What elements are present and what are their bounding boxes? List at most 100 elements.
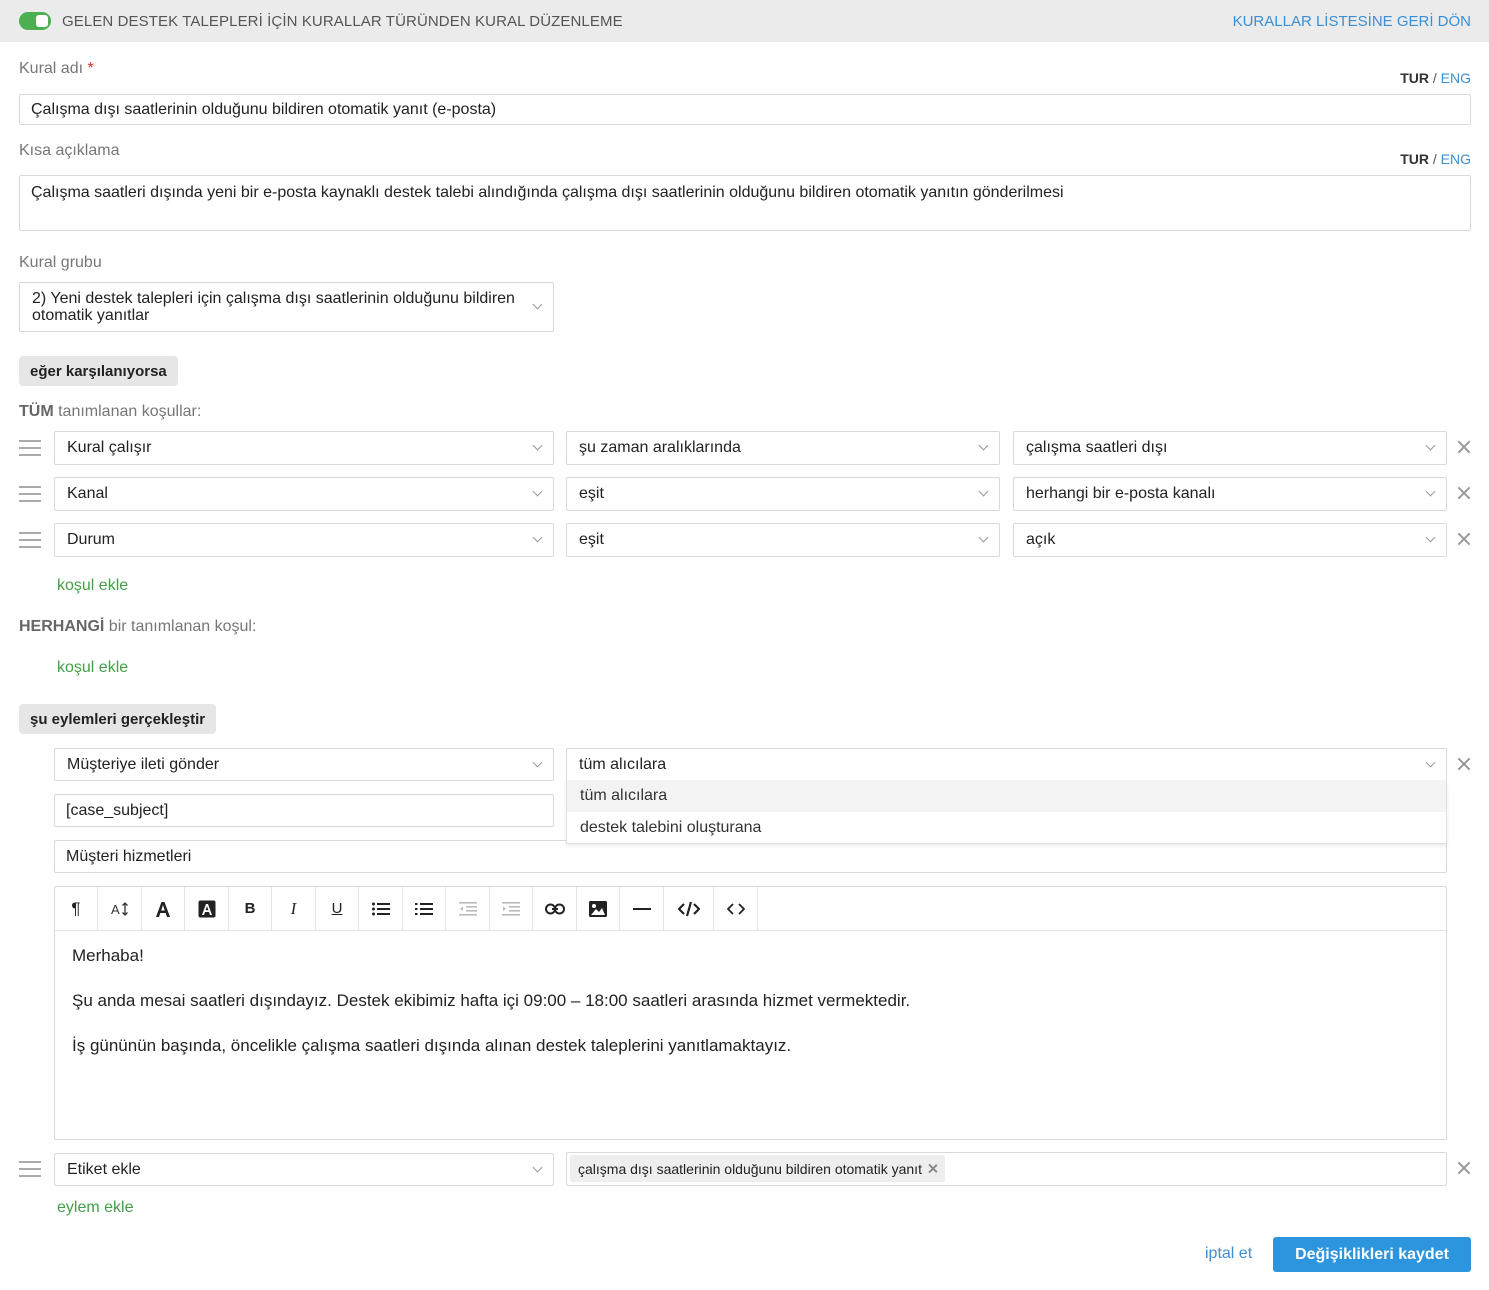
lang-separator: / <box>1432 151 1437 167</box>
condition-value-value: açık <box>1026 531 1056 548</box>
rule-active-toggle[interactable] <box>19 12 51 30</box>
drag-handle-icon[interactable] <box>19 1160 41 1178</box>
message-editor: ¶ A B I U Merhaba! Şu anda mesai saatler… <box>54 886 1447 1140</box>
highlight-icon[interactable] <box>185 887 229 930</box>
chevron-down-icon <box>532 299 543 310</box>
remove-action-icon[interactable] <box>1456 1160 1472 1176</box>
tag-action-select[interactable]: Etiket ekle <box>54 1153 554 1186</box>
chevron-down-icon <box>532 486 543 497</box>
chevron-down-icon <box>532 757 543 767</box>
tag-chip-label: çalışma dışı saatlerinin olduğunu bildir… <box>578 1160 922 1177</box>
horizontal-rule-icon[interactable] <box>620 887 664 930</box>
image-icon[interactable] <box>577 887 620 930</box>
save-changes-button[interactable]: Değişiklikleri kaydet <box>1273 1237 1471 1272</box>
rule-name-label: Kural adı * <box>19 60 94 78</box>
condition-operator-value: eşit <box>579 485 604 502</box>
condition-operator-select[interactable]: eşit <box>566 477 1000 511</box>
chevron-down-icon <box>1425 440 1436 451</box>
numbered-list-icon[interactable] <box>403 887 446 930</box>
italic-icon[interactable]: I <box>272 887 316 930</box>
short-desc-textarea[interactable]: Çalışma saatleri dışında yeni bir e-post… <box>19 175 1471 231</box>
chevron-down-icon <box>532 1162 543 1172</box>
condition-operator-value: şu zaman aralıklarında <box>579 439 741 456</box>
any-conditions-title: HERHANGİ bir tanımlanan koşul: <box>19 618 256 636</box>
page-header: GELEN DESTEK TALEPLERİ İÇİN KURALLAR TÜR… <box>0 0 1489 42</box>
page-title: GELEN DESTEK TALEPLERİ İÇİN KURALLAR TÜR… <box>62 13 623 30</box>
action-type-value: Müşteriye ileti gönder <box>67 755 220 773</box>
bullet-list-icon[interactable] <box>359 887 403 930</box>
code-view-icon[interactable] <box>664 887 714 930</box>
remove-tag-icon[interactable] <box>928 1164 937 1173</box>
drag-handle-icon[interactable] <box>19 485 41 503</box>
remove-condition-icon[interactable] <box>1456 485 1472 501</box>
all-prefix: TÜM <box>19 403 54 420</box>
condition-field-value: Kural çalışır <box>67 439 152 456</box>
condition-field-value: Kanal <box>67 485 108 502</box>
drag-handle-icon[interactable] <box>19 531 41 549</box>
editor-content[interactable]: Merhaba! Şu anda mesai saatleri dışınday… <box>72 945 1429 1080</box>
rule-group-label: Kural grubu <box>19 254 102 271</box>
condition-field-select[interactable]: Kural çalışır <box>54 431 554 465</box>
toggle-knob <box>36 15 48 27</box>
font-size-icon[interactable]: A <box>98 887 142 930</box>
actions-section-label: şu eylemleri gerçekleştir <box>19 704 217 734</box>
lang-eng[interactable]: ENG <box>1441 70 1471 86</box>
sender-name-input[interactable]: Müşteri hizmetleri <box>54 840 1447 873</box>
remove-condition-icon[interactable] <box>1456 439 1472 455</box>
back-to-rules-link[interactable]: KURALLAR LİSTESİNE GERİ DÖN <box>1233 13 1471 30</box>
chevron-down-icon <box>978 486 989 497</box>
any-prefix: HERHANGİ <box>19 618 105 635</box>
bold-icon[interactable]: B <box>229 887 272 930</box>
conditions-section-label: eğer karşılanıyorsa <box>19 356 178 386</box>
rule-group-select[interactable]: 2) Yeni destek talepleri için çalışma dı… <box>19 282 554 332</box>
drag-handle-icon[interactable] <box>19 439 41 457</box>
add-action-link[interactable]: eylem ekle <box>57 1199 133 1217</box>
required-mark: * <box>87 60 94 77</box>
condition-operator-select[interactable]: eşit <box>566 523 1000 557</box>
lang-tur[interactable]: TUR <box>1400 151 1429 167</box>
rule-group-value: 2) Yeni destek talepleri için çalışma dı… <box>32 290 515 324</box>
short-desc-label: Kısa açıklama <box>19 142 120 159</box>
condition-value-select[interactable]: açık <box>1013 523 1447 557</box>
editor-toolbar: ¶ A B I U <box>55 887 1446 931</box>
add-condition-link[interactable]: koşul ekle <box>57 577 128 595</box>
recipients-value: tüm alıcılara <box>579 755 667 773</box>
underline-icon[interactable]: U <box>316 887 359 930</box>
remove-action-icon[interactable] <box>1456 756 1472 772</box>
all-suffix: tanımlanan koşullar: <box>58 403 202 420</box>
add-any-condition-link[interactable]: koşul ekle <box>57 659 128 677</box>
lang-tur[interactable]: TUR <box>1400 70 1429 86</box>
condition-field-value: Durum <box>67 531 116 548</box>
cancel-link[interactable]: iptal et <box>1205 1245 1252 1263</box>
paragraph-icon[interactable]: ¶ <box>55 887 98 930</box>
chevron-down-icon <box>978 532 989 543</box>
condition-operator-select[interactable]: şu zaman aralıklarında <box>566 431 1000 465</box>
recipients-option[interactable]: tüm alıcılara <box>567 780 1446 812</box>
recipients-select[interactable]: tüm alıcılara <box>566 748 1447 781</box>
chevron-down-icon <box>1425 486 1436 497</box>
condition-value-value: herhangi bir e-posta kanalı <box>1026 485 1216 502</box>
action-type-select[interactable]: Müşteriye ileti gönder <box>54 748 554 781</box>
rule-name-label-text: Kural adı <box>19 60 84 77</box>
short-desc-lang-switch: TUR / ENG <box>1400 151 1471 167</box>
chevron-down-icon <box>978 440 989 451</box>
rule-name-input[interactable]: Çalışma dışı saatlerinin olduğunu bildir… <box>19 94 1471 125</box>
link-icon[interactable] <box>533 887 577 930</box>
remove-condition-icon[interactable] <box>1456 531 1472 547</box>
recipients-dropdown: tüm alıcılara destek talebini oluşturana <box>566 780 1447 844</box>
condition-operator-value: eşit <box>579 531 604 548</box>
recipients-option[interactable]: destek talebini oluşturana <box>567 812 1446 844</box>
font-color-icon[interactable] <box>142 887 185 930</box>
lang-eng[interactable]: ENG <box>1441 151 1471 167</box>
condition-field-select[interactable]: Kanal <box>54 477 554 511</box>
chevron-down-icon <box>1425 757 1436 767</box>
svg-text:A: A <box>111 902 120 917</box>
condition-value-select[interactable]: çalışma saatleri dışı <box>1013 431 1447 465</box>
indent-icon[interactable] <box>490 887 533 930</box>
subject-input[interactable]: [case_subject] <box>54 794 554 827</box>
condition-value-select[interactable]: herhangi bir e-posta kanalı <box>1013 477 1447 511</box>
outdent-icon[interactable] <box>446 887 490 930</box>
source-icon[interactable] <box>714 887 758 930</box>
condition-field-select[interactable]: Durum <box>54 523 554 557</box>
all-conditions-title: TÜM tanımlanan koşullar: <box>19 403 201 421</box>
